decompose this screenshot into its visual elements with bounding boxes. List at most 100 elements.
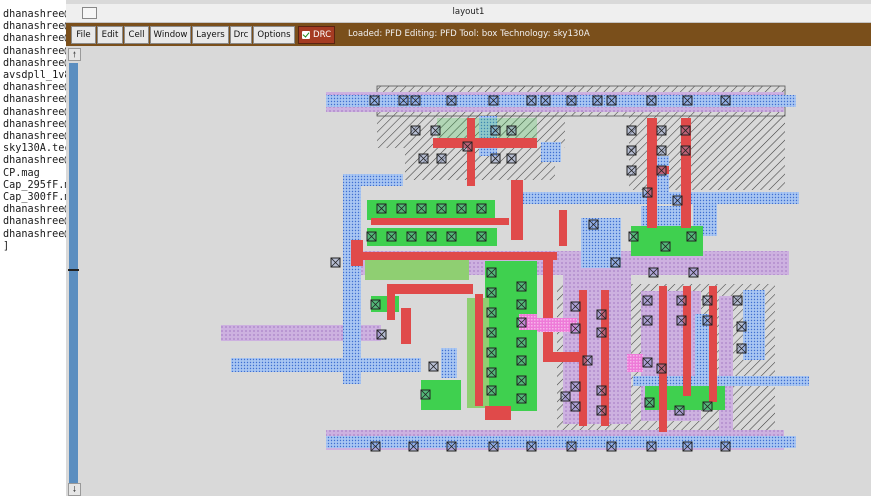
- menu-cell[interactable]: Cell: [124, 26, 149, 44]
- terminal-line: dhanashree@: [3, 94, 66, 106]
- menu-edit[interactable]: Edit: [97, 26, 123, 44]
- contact-square: [366, 231, 377, 242]
- contact-square: [626, 125, 637, 136]
- contact-square: [410, 95, 421, 106]
- contact-square: [644, 397, 655, 408]
- contact-square: [516, 393, 527, 404]
- menu-layers[interactable]: Layers: [192, 26, 229, 44]
- contact-square: [462, 141, 473, 152]
- contact-square: [570, 401, 581, 412]
- terminal-line: dhanashree@: [3, 131, 66, 143]
- contact-square: [486, 327, 497, 338]
- terminal-line: dhanashree@: [3, 21, 66, 33]
- contact-square: [486, 307, 497, 318]
- contact-square: [370, 299, 381, 310]
- menu-drc[interactable]: Drc: [230, 26, 252, 44]
- contact-square: [680, 145, 691, 156]
- contact-square: [596, 405, 607, 416]
- terminal-line: dhanashree@: [3, 204, 66, 216]
- drc-toggle-button[interactable]: DRC: [298, 26, 335, 44]
- contact-square: [396, 203, 407, 214]
- contact-square: [588, 219, 599, 230]
- contact-square: [486, 287, 497, 298]
- contact-square: [398, 95, 409, 106]
- contact-square: [420, 389, 431, 400]
- contact-square: [656, 125, 667, 136]
- contact-square: [680, 125, 691, 136]
- contact-square: [488, 95, 499, 106]
- contact-square: [436, 153, 447, 164]
- terminal-output: dhanashree@ dhanashree@ dhanashree@ dhanash…: [3, 9, 66, 253]
- scroll-up-arrow-icon[interactable]: 🠕: [68, 48, 81, 61]
- terminal-line: sky130A.tec: [3, 143, 66, 155]
- contact-square: [656, 363, 667, 374]
- contact-square: [688, 267, 699, 278]
- contact-square: [516, 317, 527, 328]
- menu-window[interactable]: Window: [150, 26, 191, 44]
- scroll-down-arrow-icon[interactable]: 🠗: [68, 483, 81, 496]
- contact-square: [656, 145, 667, 156]
- status-text: Loaded: PFD Editing: PFD Tool: box Techn…: [348, 29, 590, 39]
- scroll-track[interactable]: [69, 63, 78, 483]
- contact-square: [506, 125, 517, 136]
- contact-square: [596, 309, 607, 320]
- contact-square: [732, 295, 743, 306]
- terminal-line: CP.mag: [3, 167, 40, 179]
- contact-square: [570, 301, 581, 312]
- contact-square: [456, 203, 467, 214]
- terminal-line: dhanashree@: [3, 82, 66, 94]
- contact-square: [526, 441, 537, 452]
- contact-square: [596, 327, 607, 338]
- contact-square: [516, 337, 527, 348]
- menu-options[interactable]: Options: [253, 26, 295, 44]
- contact-square: [446, 95, 457, 106]
- contact-square: [436, 203, 447, 214]
- terminal-line: Cap_300fF.m: [3, 192, 66, 204]
- terminal-line: Cap_295fF.m: [3, 179, 66, 191]
- contact-square: [430, 125, 441, 136]
- contact-square: [476, 231, 487, 242]
- contact-square: [656, 165, 667, 176]
- contact-square: [702, 315, 713, 326]
- contact-square: [516, 375, 527, 386]
- contact-square: [418, 153, 429, 164]
- scroll-thumb-marker[interactable]: [68, 269, 79, 271]
- contact-square: [676, 295, 687, 306]
- layout-canvas[interactable]: [81, 46, 871, 496]
- contact-square: [506, 153, 517, 164]
- terminal-line: avsdpll_1v8: [3, 70, 66, 82]
- contact-square: [628, 231, 639, 242]
- menu-bar: File Edit Cell Window Layers Drc Options…: [66, 23, 871, 46]
- contact-square: [490, 153, 501, 164]
- contact-square: [660, 241, 671, 252]
- contact-square: [486, 367, 497, 378]
- contact-square: [488, 441, 499, 452]
- terminal-panel[interactable]: dhanashree@ dhanashree@ dhanashree@ dhanash…: [0, 0, 66, 496]
- contact-square: [428, 361, 439, 372]
- layout-drawing[interactable]: [81, 46, 871, 496]
- contact-square: [610, 257, 621, 268]
- contact-square: [682, 95, 693, 106]
- drc-checkbox-icon[interactable]: [302, 31, 310, 39]
- contact-square: [720, 441, 731, 452]
- contact-square: [566, 441, 577, 452]
- terminal-line: dhanashree@: [3, 106, 66, 118]
- contact-square: [702, 295, 713, 306]
- contact-square: [642, 357, 653, 368]
- drc-label: DRC: [313, 30, 332, 40]
- contact-square: [376, 329, 387, 340]
- contact-square: [386, 231, 397, 242]
- contact-square: [686, 231, 697, 242]
- contact-square: [646, 441, 657, 452]
- vertical-scrollbar[interactable]: 🠕 🠗: [66, 46, 81, 496]
- contact-square: [369, 95, 380, 106]
- window-titlebar[interactable]: layout1: [66, 4, 871, 23]
- contact-square: [596, 385, 607, 396]
- terminal-line: dhanashree@: [3, 228, 66, 240]
- terminal-line: dhanashree@: [3, 57, 66, 69]
- contact-square: [626, 165, 637, 176]
- menu-file[interactable]: File: [71, 26, 96, 44]
- terminal-line: dhanashree@: [3, 216, 66, 228]
- contact-square: [516, 299, 527, 310]
- contact-square: [408, 441, 419, 452]
